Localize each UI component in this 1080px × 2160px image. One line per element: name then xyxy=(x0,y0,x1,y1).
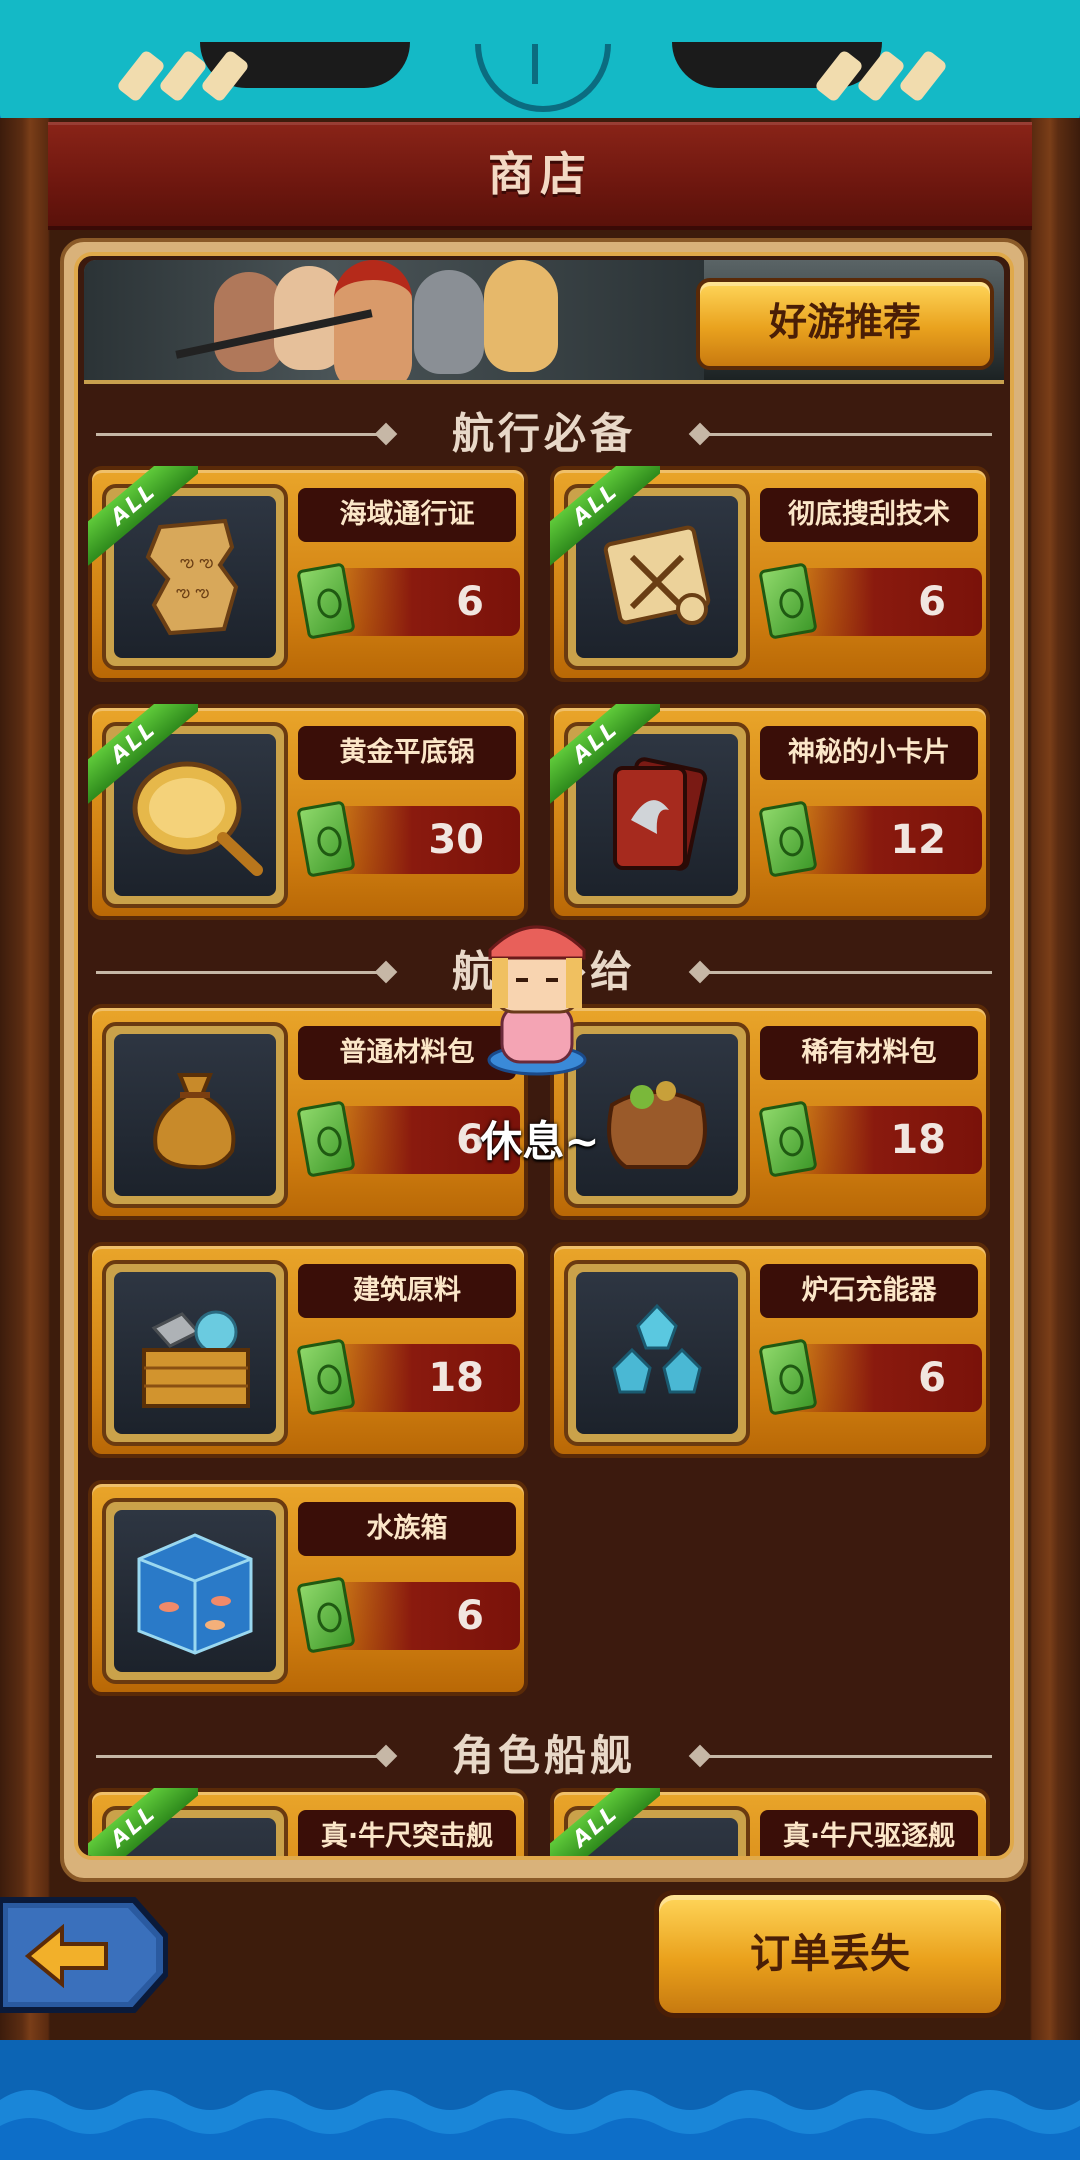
item-name: 神秘的小卡片 xyxy=(760,726,978,780)
item-price: 12 xyxy=(890,817,946,863)
recommend-banner[interactable]: 好游推荐 xyxy=(84,260,1004,384)
shop-item-card[interactable]: 水族箱 6 xyxy=(88,1480,528,1696)
blush-mark xyxy=(157,49,209,103)
item-price: 6 xyxy=(456,579,484,625)
item-name: 真·牛尺驱逐舰 xyxy=(760,1810,978,1856)
item-name: 炉石充能器 xyxy=(760,1264,978,1318)
item-price: 6 xyxy=(456,1117,484,1163)
material-sack-icon xyxy=(153,1073,236,1170)
section-header-voyage-essentials: 航行必备 xyxy=(78,404,1010,464)
section-title: 角色船舰 xyxy=(451,1731,636,1780)
item-name: 建筑原料 xyxy=(298,1264,516,1318)
back-button[interactable] xyxy=(0,1896,168,2014)
blush-mark xyxy=(897,49,949,103)
crystal-charger-icon xyxy=(612,1303,702,1394)
character-portrait xyxy=(484,260,558,372)
recommend-button[interactable]: 好游推荐 xyxy=(696,278,994,370)
item-name: 稀有材料包 xyxy=(760,1026,978,1080)
shop-item-card[interactable]: 普通材料包 6 xyxy=(88,1004,528,1220)
svg-text:ఌ ఌ: ఌ ఌ xyxy=(176,582,209,601)
rare-material-sack-icon xyxy=(607,1081,707,1169)
order-lost-button[interactable]: 订单丢失 xyxy=(654,1890,1006,2018)
character-portrait xyxy=(414,270,484,374)
shop-item-card[interactable]: ఌ ఌ ఌ ఌ ALL 海域通行证 6 xyxy=(88,466,528,682)
pet-status-text: 休息~ xyxy=(480,1117,600,1166)
blush-mark xyxy=(115,49,167,103)
shop-item-card[interactable]: ALL 真·牛尺驱逐舰 xyxy=(550,1788,990,1856)
item-price: 6 xyxy=(456,1593,484,1639)
pet-character[interactable] xyxy=(482,910,592,1080)
shop-item-card[interactable]: 炉石充能器 6 xyxy=(550,1242,990,1458)
item-name: 水族箱 xyxy=(298,1502,516,1556)
shop-item-card[interactable]: ALL 黄金平底锅 30 xyxy=(88,704,528,920)
mouth-divider xyxy=(532,44,538,84)
shop-item-card[interactable]: ALL 彻底搜刮技术 6 xyxy=(550,466,990,682)
item-name: 黄金平底锅 xyxy=(298,726,516,780)
section-header-characters-ships: 角色船舰 xyxy=(78,1726,1010,1786)
all-tag: ALL xyxy=(88,466,198,576)
item-name: 真·牛尺突击舰 xyxy=(298,1810,516,1856)
sea-waves xyxy=(0,2040,1080,2160)
all-tag: ALL xyxy=(88,1788,198,1856)
item-price: 6 xyxy=(918,1355,946,1401)
all-tag: ALL xyxy=(88,704,198,814)
page-title: 商店 xyxy=(488,147,592,201)
shop-item-card[interactable]: 建筑原料 18 xyxy=(88,1242,528,1458)
item-name: 彻底搜刮技术 xyxy=(760,488,978,542)
top-character-strip xyxy=(0,0,1080,122)
mouth-icon xyxy=(475,44,611,112)
all-tag: ALL xyxy=(550,1788,660,1856)
aquarium-icon xyxy=(137,1533,253,1655)
item-price: 18 xyxy=(890,1117,946,1163)
shop-item-card[interactable]: ALL 神秘的小卡片 12 xyxy=(550,704,990,920)
all-tag: ALL xyxy=(550,466,660,576)
building-crate-icon xyxy=(142,1310,250,1408)
item-price: 6 xyxy=(918,579,946,625)
shop-item-card[interactable]: 稀有材料包 18 xyxy=(550,1004,990,1220)
title-bar: 商店 xyxy=(48,122,1032,230)
item-price: 18 xyxy=(428,1355,484,1401)
shop-item-card[interactable]: ALL 真·牛尺突击舰 xyxy=(88,1788,528,1856)
section-title: 航行必备 xyxy=(451,409,636,458)
item-name: 海域通行证 xyxy=(298,488,516,542)
item-price: 30 xyxy=(428,817,484,863)
all-tag: ALL xyxy=(550,704,660,814)
